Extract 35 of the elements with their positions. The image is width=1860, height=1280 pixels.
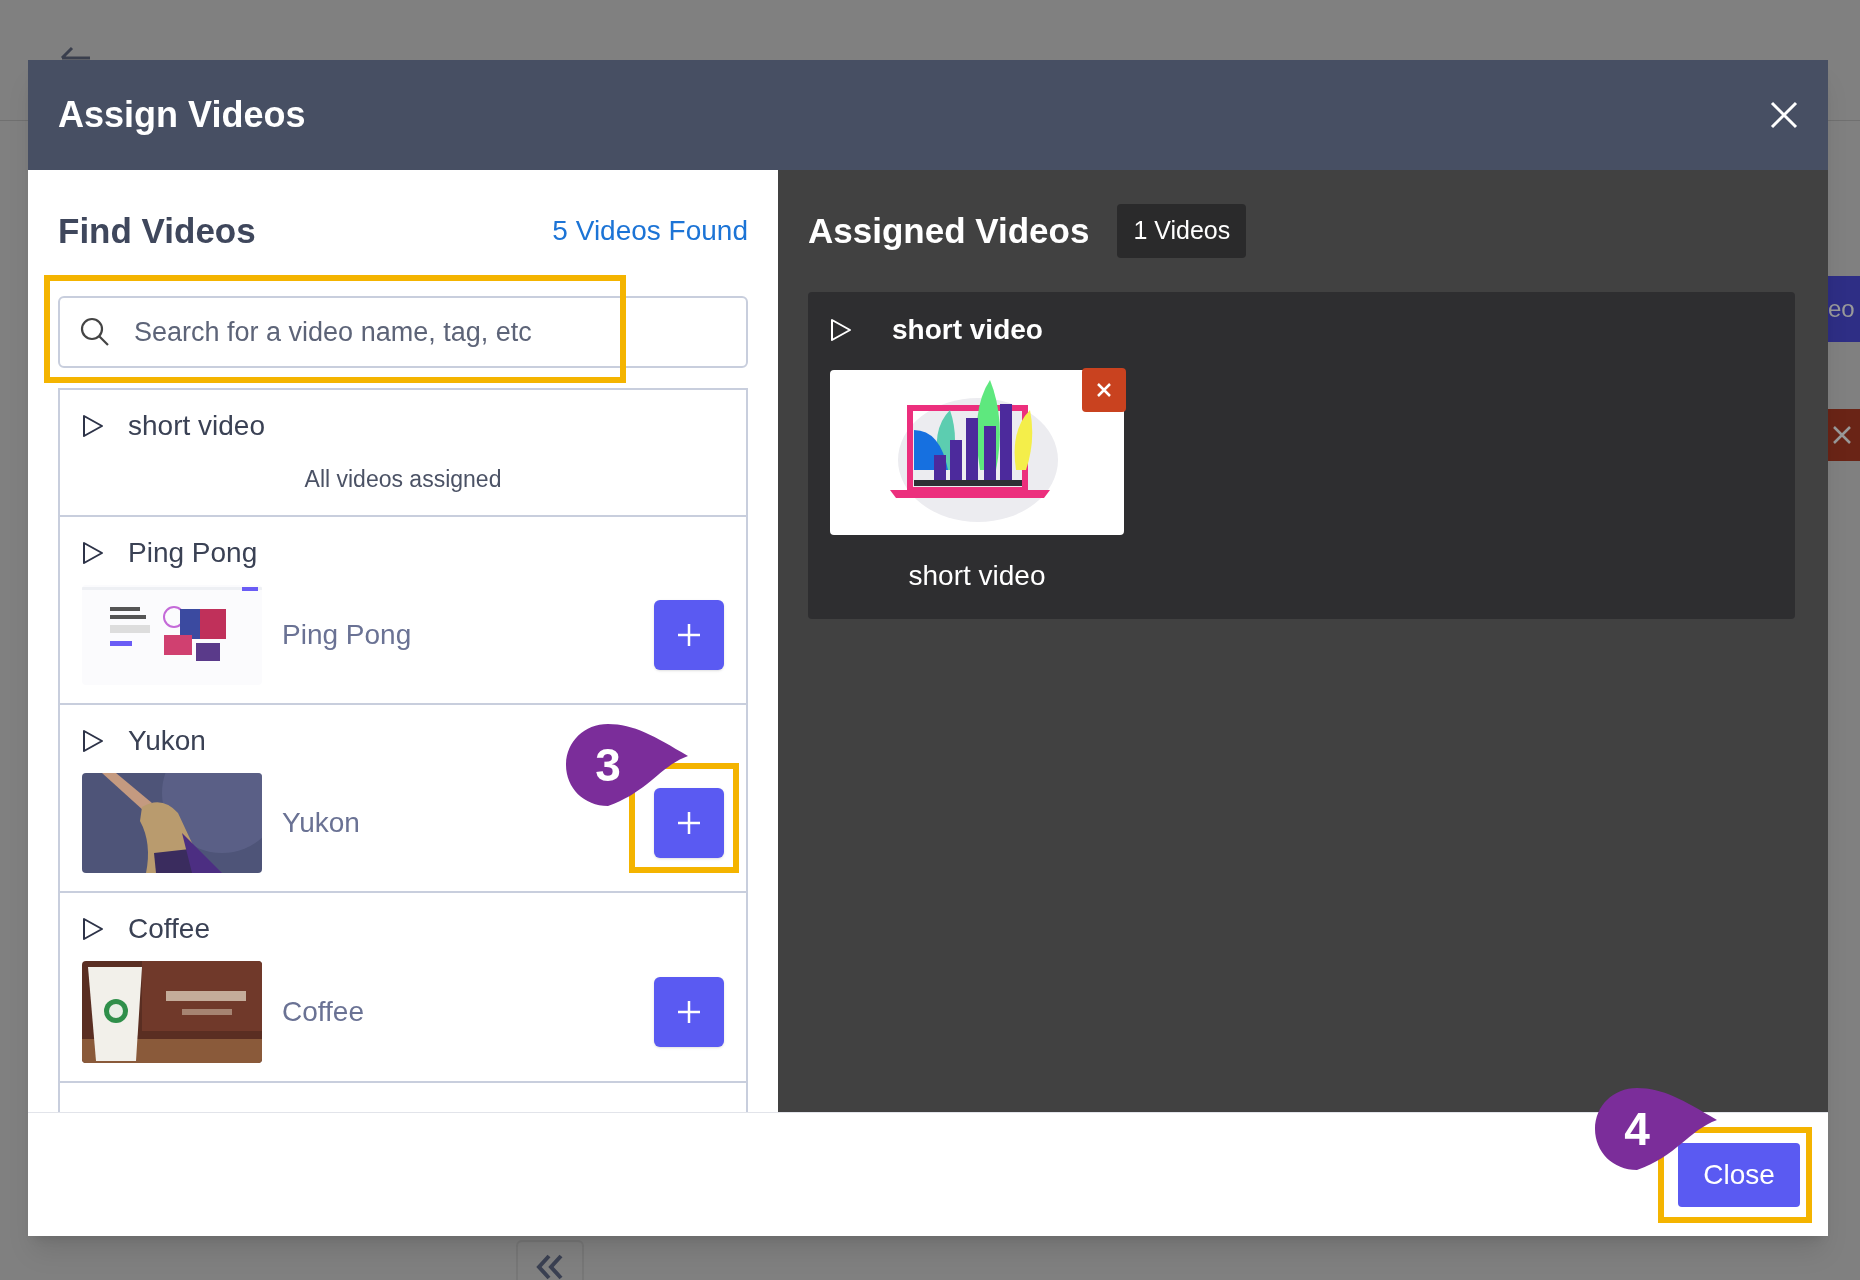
- plus-icon: [676, 621, 702, 648]
- double-chevron-icon: [535, 1254, 565, 1280]
- plus-icon: [676, 998, 702, 1025]
- play-icon: [82, 540, 104, 565]
- plus-icon: [676, 809, 702, 836]
- video-title: Coffee: [128, 911, 210, 946]
- side-button[interactable]: eo: [1826, 276, 1860, 342]
- video-name: Ping Pong: [282, 617, 413, 652]
- play-icon: [830, 318, 852, 342]
- play-icon: [82, 728, 104, 753]
- search-icon: [80, 317, 110, 347]
- video-title: short video: [892, 313, 1043, 347]
- play-icon: [82, 916, 104, 941]
- video-title: Yukon: [128, 723, 206, 758]
- close-icon[interactable]: [1828, 409, 1860, 461]
- section-title: Assigned Videos: [808, 209, 1090, 252]
- results-count: 5 Videos Found: [552, 214, 748, 248]
- add-button[interactable]: [654, 976, 724, 1047]
- callout-marker: 3: [564, 722, 688, 808]
- remove-button[interactable]: [1082, 368, 1126, 412]
- section-title: Find Videos: [58, 209, 256, 252]
- add-button[interactable]: [654, 599, 724, 670]
- video-title: Ping Pong: [128, 535, 258, 570]
- video-title: short video: [128, 409, 265, 443]
- video-caption: short video: [907, 559, 1047, 593]
- close-icon[interactable]: [1770, 101, 1798, 129]
- play-icon: [82, 414, 104, 438]
- search-field[interactable]: Search for a video name, tag, etc: [58, 296, 748, 368]
- modal-title: Assign Videos: [58, 93, 306, 137]
- count-badge: 1 Videos: [1117, 204, 1247, 258]
- add-button[interactable]: [654, 787, 724, 858]
- video-name: Coffee: [282, 994, 365, 1029]
- close-icon: [1096, 382, 1112, 398]
- video-name: Yukon: [282, 805, 361, 840]
- assigned-note: All videos assigned: [304, 465, 502, 494]
